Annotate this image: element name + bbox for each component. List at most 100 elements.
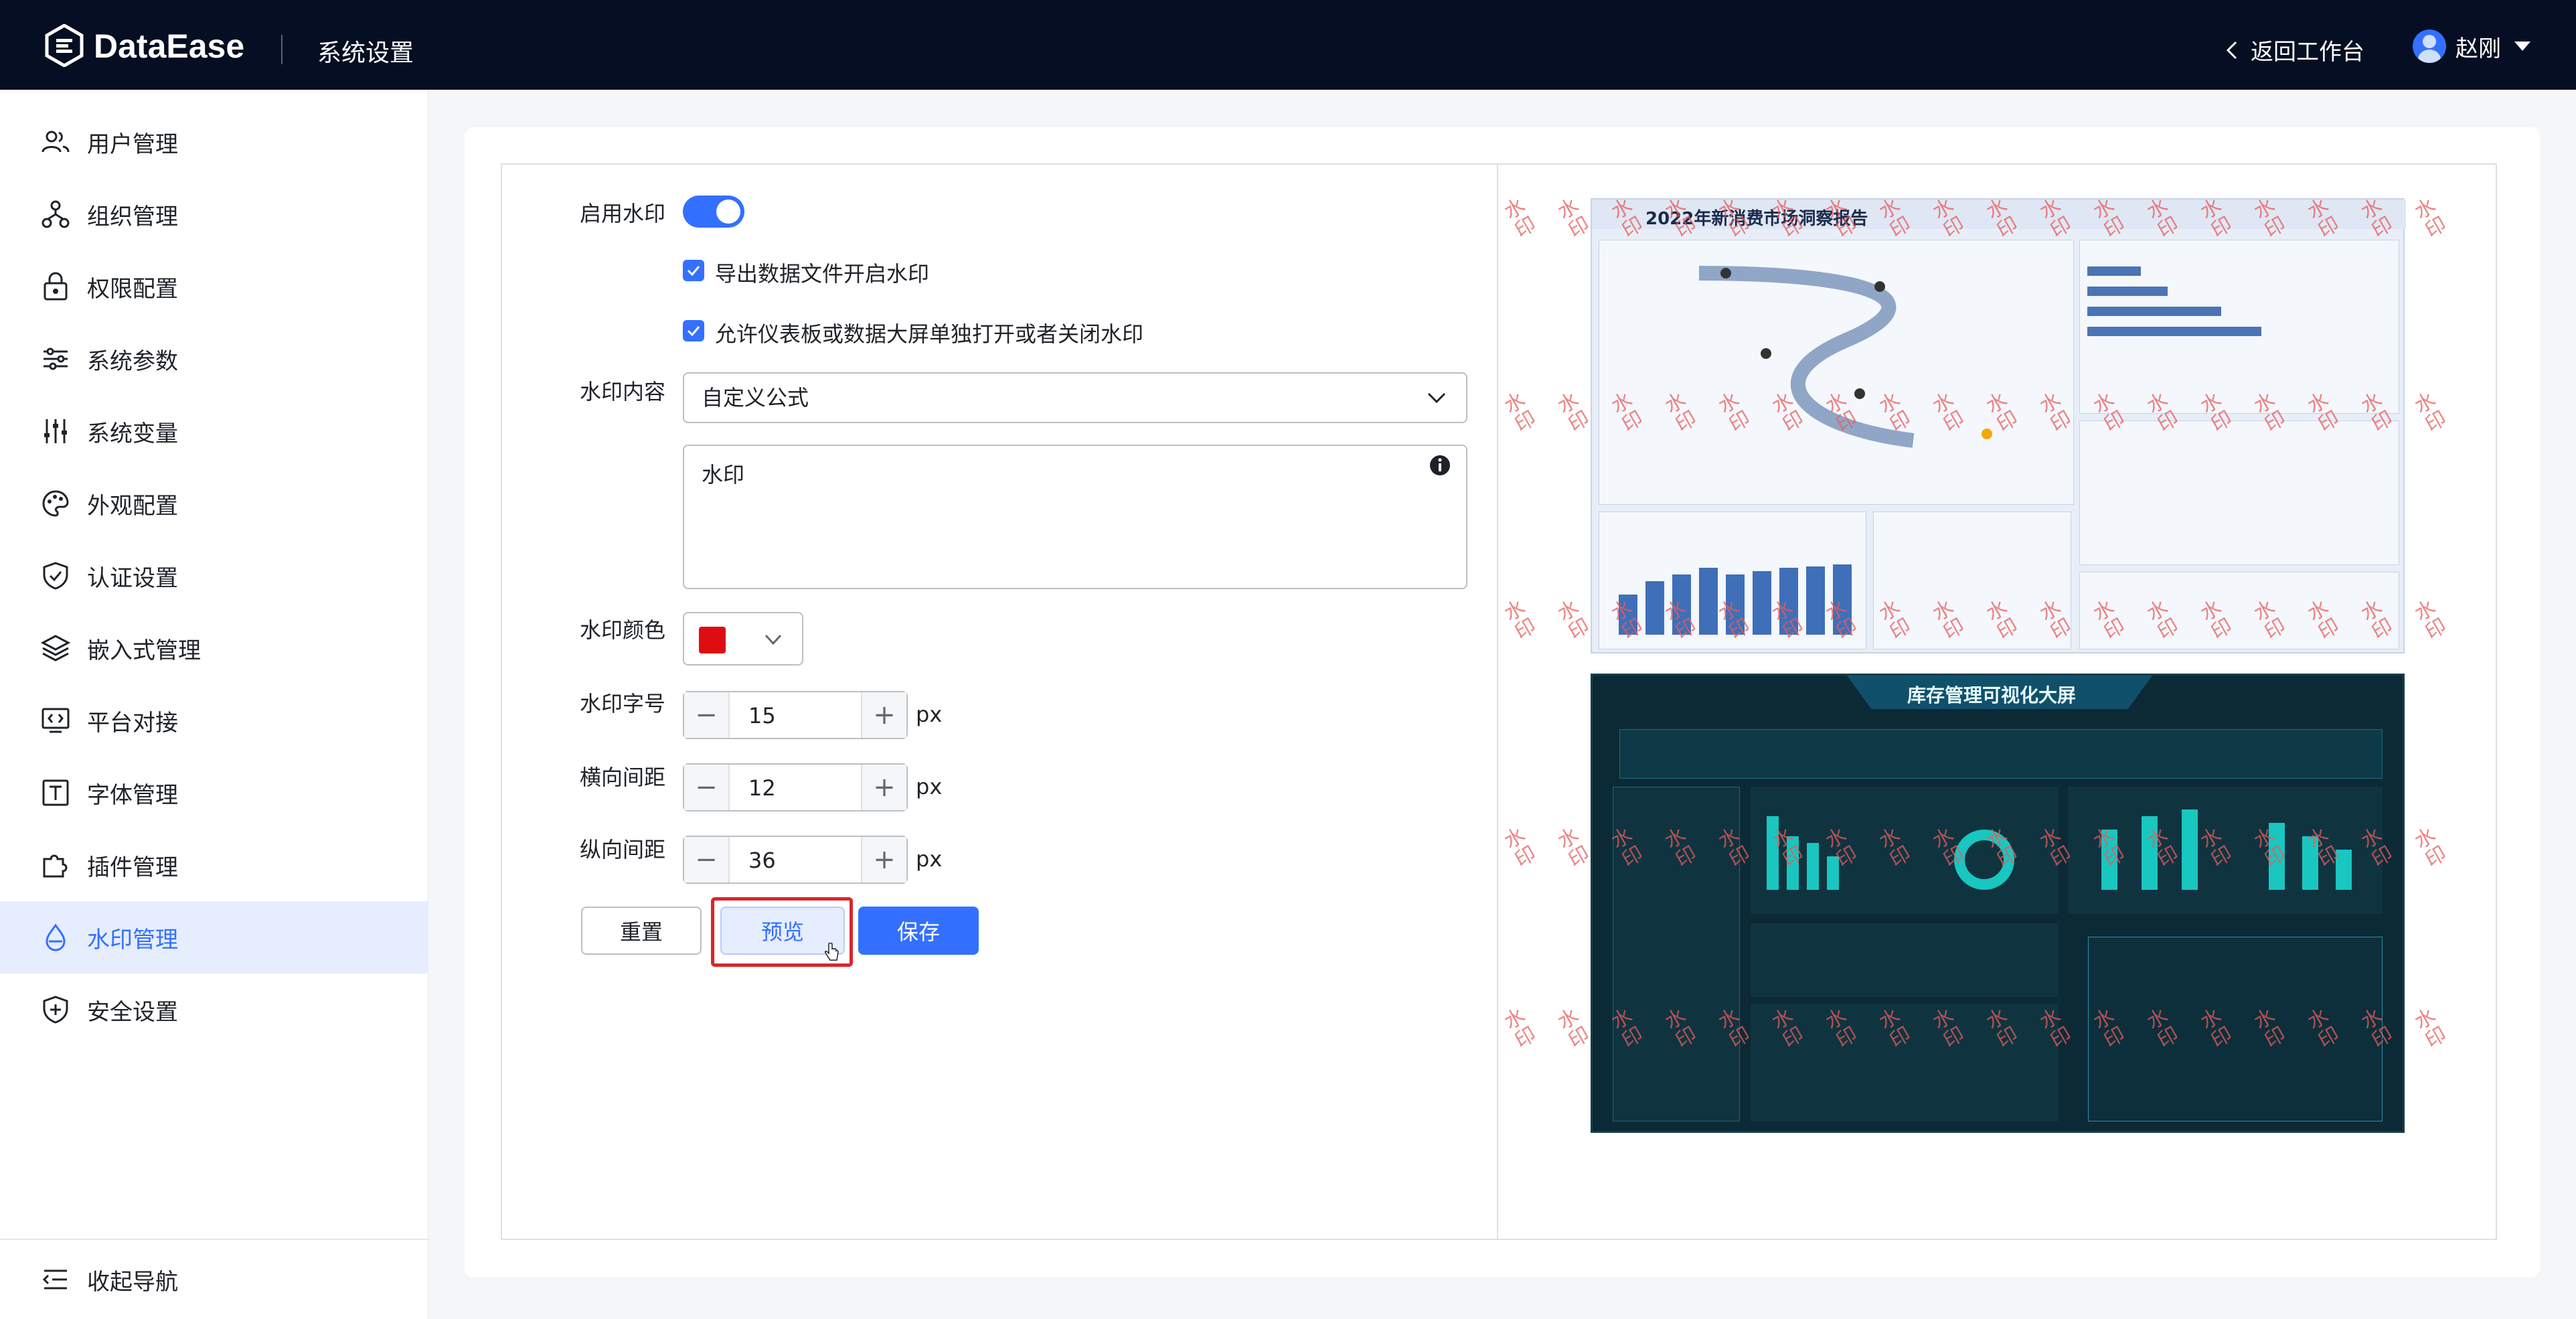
watermark-text: 水印: [1768, 193, 1808, 243]
color-swatch: [699, 627, 726, 653]
watermark-text: 水印: [1929, 595, 1969, 645]
v-spacing-label: 纵向间距: [580, 837, 666, 862]
watermark-text: 水印: [2304, 388, 2344, 437]
watermark-text: 水印: [1822, 1004, 1862, 1053]
info-icon[interactable]: [1429, 454, 1451, 477]
h-spacing-stepper[interactable]: − 12 +: [683, 763, 908, 811]
drop-icon: [46, 923, 66, 951]
watermark-text: 水印: [1768, 388, 1808, 437]
watermark-text: 水印: [2411, 595, 2451, 645]
increment-button[interactable]: +: [861, 837, 906, 882]
watermark-text: 水印: [1714, 823, 1755, 872]
sidebar-item-embedded[interactable]: 嵌入式管理: [0, 612, 428, 684]
watermark-text: 水印: [2036, 193, 2076, 243]
collapse-nav-button[interactable]: 收起导航: [0, 1239, 428, 1319]
sidebar-item-appearance[interactable]: 外观配置: [0, 467, 428, 540]
header-divider: [281, 35, 283, 64]
back-to-workbench-link[interactable]: 返回工作台: [2223, 33, 2364, 66]
watermark-color-picker[interactable]: [683, 612, 803, 666]
sidebar-item-system-params[interactable]: 系统参数: [0, 323, 428, 395]
sidebar-item-watermark[interactable]: 水印管理: [0, 901, 428, 974]
watermark-text: 水印: [1500, 1004, 1540, 1053]
sidebar: 用户管理 组织管理 权限配置 系统参数 系统变量 外观配置 认证设置 嵌入式管理…: [0, 90, 428, 1319]
decrement-button[interactable]: −: [684, 692, 730, 738]
enable-watermark-toggle[interactable]: [683, 196, 744, 228]
font-size-stepper[interactable]: − 15 +: [683, 691, 908, 739]
watermark-text: 水印: [1661, 595, 1701, 645]
user-menu[interactable]: 赵刚: [2413, 28, 2530, 64]
allow-toggle-watermark-label: 允许仪表板或数据大屏单独打开或者关闭水印: [715, 321, 1144, 347]
back-link-label: 返回工作台: [2251, 39, 2364, 66]
v-spacing-stepper[interactable]: − 36 +: [683, 836, 908, 884]
watermark-text: 水印: [1929, 1004, 1969, 1053]
watermark-content-textarea[interactable]: 水印: [683, 445, 1467, 589]
watermark-text: 水印: [1714, 595, 1755, 645]
export-watermark-checkbox[interactable]: [683, 260, 704, 281]
allow-toggle-watermark-checkbox[interactable]: [683, 320, 704, 341]
watermark-text: 水印: [2357, 823, 2397, 872]
watermark-text: 水印: [1500, 823, 1540, 872]
sidebar-item-users[interactable]: 用户管理: [0, 106, 428, 178]
watermark-text: 水印: [2196, 193, 2237, 243]
reset-button[interactable]: 重置: [581, 907, 702, 955]
caret-down-icon: [2514, 42, 2530, 51]
sidebar-item-auth[interactable]: 认证设置: [0, 540, 428, 612]
sidebar-item-label: 平台对接: [87, 709, 178, 736]
decrement-button[interactable]: −: [684, 765, 730, 810]
watermark-text: 水印: [2089, 388, 2129, 437]
watermark-text: 水印: [1554, 1004, 1594, 1053]
increment-button[interactable]: +: [861, 692, 906, 738]
watermark-text: 水印: [2411, 1004, 2451, 1053]
unit-label: px: [916, 774, 943, 799]
shield-plus-icon: [43, 996, 68, 1024]
save-button[interactable]: 保存: [858, 907, 979, 955]
watermark-text: 水印: [1822, 823, 1862, 872]
h-spacing-label: 横向间距: [580, 765, 666, 790]
layers-icon: [40, 635, 71, 662]
watermark-text: 水印: [2036, 388, 2076, 437]
stepper-value[interactable]: 12: [748, 775, 776, 801]
dataease-logo-icon: [45, 24, 84, 67]
decrement-button[interactable]: −: [684, 837, 730, 882]
watermark-text: 水印: [2089, 823, 2129, 872]
stepper-value[interactable]: 15: [748, 703, 776, 728]
select-value: 自定义公式: [702, 385, 809, 410]
watermark-text: 水印: [2089, 1004, 2129, 1053]
chevron-left-icon: [2226, 41, 2237, 59]
shield-check-icon: [43, 562, 68, 590]
watermark-text: 水印: [1875, 193, 1915, 243]
watermark-text: 水印: [1607, 193, 1647, 243]
watermark-text: 水印: [2143, 595, 2183, 645]
watermark-text: 水印: [2250, 1004, 2290, 1053]
font-icon: [42, 779, 69, 806]
watermark-text: 水印: [1714, 388, 1755, 437]
watermark-text: 水印: [1661, 823, 1701, 872]
watermark-text: 水印: [2250, 823, 2290, 872]
watermark-text: 水印: [2357, 595, 2397, 645]
sidebar-item-security[interactable]: 安全设置: [0, 974, 428, 1046]
increment-button[interactable]: +: [861, 765, 906, 810]
sidebar-item-label: 插件管理: [87, 854, 178, 881]
watermark-content-select[interactable]: 自定义公式: [683, 372, 1467, 423]
sidebar-item-label: 组织管理: [87, 203, 178, 230]
sidebar-item-system-variables[interactable]: 系统变量: [0, 395, 428, 467]
watermark-text: 水印: [1607, 1004, 1647, 1053]
sidebar-item-label: 系统参数: [87, 347, 178, 375]
brand-name: DataEase: [94, 27, 245, 65]
watermark-text: 水印: [1982, 1004, 2022, 1053]
check-icon: [687, 326, 700, 337]
watermark-text: 水印: [1768, 595, 1808, 645]
watermark-text: 水印: [2411, 388, 2451, 437]
watermark-text: 水印: [1929, 823, 1969, 872]
watermark-text: 水印: [2143, 823, 2183, 872]
textarea-value: 水印: [702, 462, 745, 487]
sidebar-item-org[interactable]: 组织管理: [0, 178, 428, 250]
sidebar-item-platform[interactable]: 平台对接: [0, 684, 428, 757]
sidebar-item-plugins[interactable]: 插件管理: [0, 829, 428, 901]
sidebar-item-permissions[interactable]: 权限配置: [0, 250, 428, 323]
watermark-text: 水印: [2036, 595, 2076, 645]
watermark-text: 水印: [1768, 823, 1808, 872]
export-watermark-label: 导出数据文件开启水印: [715, 261, 930, 287]
sidebar-item-fonts[interactable]: 字体管理: [0, 757, 428, 829]
stepper-value[interactable]: 36: [748, 848, 776, 873]
